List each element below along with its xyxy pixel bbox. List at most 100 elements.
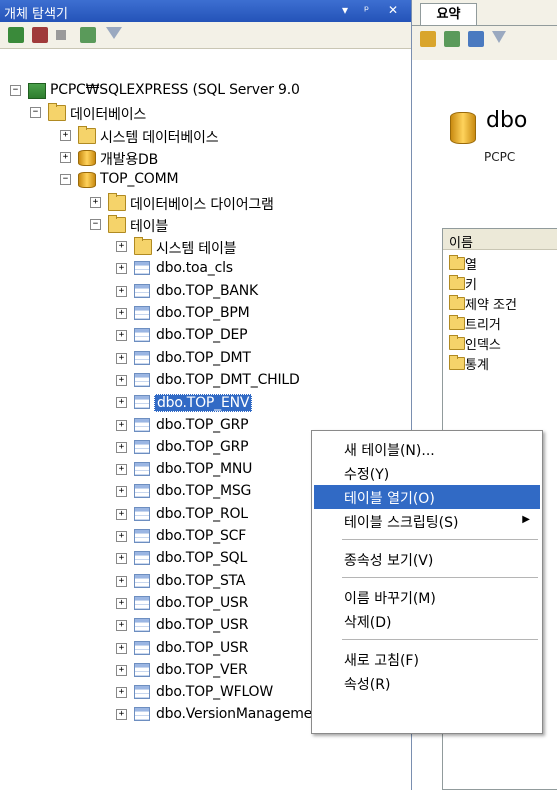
dropdown-icon[interactable]: ▾ — [342, 3, 348, 17]
table-icon — [134, 596, 150, 610]
menu-open-table[interactable]: 테이블 열기(O) — [314, 485, 540, 509]
menu-delete[interactable]: 삭제(D) — [314, 609, 540, 633]
expand-icon[interactable]: + — [116, 420, 127, 431]
tree-node[interactable]: + dbo.TOP_BPM — [0, 303, 410, 325]
expand-icon[interactable]: + — [116, 330, 127, 341]
tree-node[interactable]: − PCPC₩SQLEXPRESS (SQL Server 9.0 — [0, 80, 410, 102]
table-icon — [134, 418, 150, 432]
expand-icon[interactable]: + — [90, 197, 101, 208]
tree-node[interactable]: − 데이터베이스 — [0, 102, 410, 124]
expand-icon[interactable]: + — [116, 620, 127, 631]
expand-icon[interactable]: + — [116, 687, 127, 698]
explorer-title: 개체 탐색기 — [4, 7, 68, 22]
tree-node-label: dbo.TOP_USR — [156, 595, 249, 611]
expand-icon[interactable]: + — [116, 665, 127, 676]
expand-icon[interactable]: + — [60, 130, 71, 141]
expand-icon[interactable]: + — [116, 709, 127, 720]
expand-icon[interactable]: + — [116, 263, 127, 274]
expand-icon[interactable]: + — [116, 241, 127, 252]
table-icon — [134, 529, 150, 543]
table-icon — [134, 507, 150, 521]
expand-icon[interactable]: + — [116, 576, 127, 587]
list-item-label: 인덱스 — [465, 338, 501, 353]
tree-node[interactable]: − TOP_COMM — [0, 169, 410, 191]
tree-node-label: dbo.TOP_DEP — [156, 327, 248, 343]
tree-node[interactable]: − 테이블 — [0, 214, 410, 236]
column-header-name[interactable]: 이름 — [443, 229, 557, 251]
up-folder-icon[interactable] — [420, 31, 436, 47]
expand-icon[interactable]: + — [116, 286, 127, 297]
expand-icon[interactable]: + — [116, 397, 127, 408]
tab-summary[interactable]: 요약 — [420, 3, 477, 26]
table-icon — [134, 641, 150, 655]
tree-node[interactable]: + dbo.TOP_DEP — [0, 325, 410, 347]
menu-item-label: 테이블 스크립팅(S) — [344, 515, 459, 531]
tree-node[interactable]: + dbo.TOP_ENV — [0, 392, 410, 414]
menu-rename[interactable]: 이름 바꾸기(M) — [314, 585, 540, 609]
tree-node[interactable]: + 시스템 데이터베이스 — [0, 125, 410, 147]
table-icon — [134, 328, 150, 342]
tree-node-label: dbo.TOP_SQL — [156, 550, 248, 566]
summary-toolbar — [412, 26, 557, 54]
menu-new-table[interactable]: 새 테이블(N)... — [314, 437, 540, 461]
folder-icon — [449, 335, 465, 350]
folder-icon — [449, 275, 465, 290]
expand-icon[interactable]: + — [116, 509, 127, 520]
filter-icon[interactable] — [492, 31, 506, 43]
database-icon — [450, 112, 476, 144]
collapse-icon[interactable]: − — [30, 107, 41, 118]
menu-properties[interactable]: 속성(R) — [314, 671, 540, 695]
menu-refresh[interactable]: 새로 고침(F) — [314, 647, 540, 671]
menu-item-label: 수정(Y) — [344, 467, 390, 483]
refresh-icon[interactable] — [80, 27, 96, 43]
list-item-label: 열 — [465, 258, 477, 273]
collapse-icon[interactable]: − — [90, 219, 101, 230]
tree-node[interactable]: + dbo.toa_cls — [0, 258, 410, 280]
tree-node-label: TOP_COMM — [100, 171, 179, 187]
table-icon — [134, 663, 150, 677]
stop-icon[interactable] — [56, 30, 66, 40]
expand-icon[interactable]: + — [116, 353, 127, 364]
menu-view-dependencies[interactable]: 종속성 보기(V) — [314, 547, 540, 571]
menu-script-table[interactable]: 테이블 스크립팅(S) ▶ — [314, 509, 540, 533]
tree-node-label: dbo.VersionManagement — [156, 706, 327, 722]
sync-icon[interactable] — [468, 31, 484, 47]
expand-icon[interactable]: + — [116, 643, 127, 654]
expand-icon[interactable]: + — [116, 464, 127, 475]
tree-node[interactable]: + dbo.TOP_DMT — [0, 348, 410, 370]
expand-icon[interactable]: + — [116, 598, 127, 609]
folder-icon — [48, 103, 66, 121]
expand-icon[interactable]: + — [116, 486, 127, 497]
disconnect-icon[interactable] — [32, 27, 48, 43]
list-item-label: 제약 조건 — [465, 298, 517, 313]
expand-icon[interactable]: + — [116, 442, 127, 453]
tree-node[interactable]: + dbo.TOP_DMT_CHILD — [0, 370, 410, 392]
explorer-toolbar — [0, 22, 411, 49]
expand-icon[interactable]: + — [116, 553, 127, 564]
table-icon — [134, 707, 150, 721]
filter-icon[interactable] — [106, 27, 122, 39]
menu-item-label: 종속성 보기(V) — [344, 553, 434, 569]
tree-node-label: 데이터베이스 다이어그램 — [130, 197, 274, 213]
expand-icon[interactable]: + — [116, 308, 127, 319]
menu-modify[interactable]: 수정(Y) — [314, 461, 540, 485]
folder-icon — [108, 193, 126, 211]
tree-node[interactable]: + dbo.TOP_BANK — [0, 281, 410, 303]
folder-icon — [449, 295, 465, 310]
collapse-icon[interactable]: − — [10, 85, 21, 96]
close-icon[interactable]: ✕ — [388, 3, 398, 17]
expand-icon[interactable]: + — [116, 375, 127, 386]
context-menu: 새 테이블(N)... 수정(Y) 테이블 열기(O) 테이블 스크립팅(S) ▶ 종속성… — [311, 430, 543, 734]
tree-node[interactable]: + 데이터베이스 다이어그램 — [0, 192, 410, 214]
tree-node[interactable]: + 개발용DB — [0, 147, 410, 169]
list-item-label: 키 — [465, 278, 477, 293]
expand-icon[interactable]: + — [116, 531, 127, 542]
refresh-icon[interactable] — [444, 31, 460, 47]
pin-icon[interactable]: ᵖ — [364, 3, 369, 17]
expand-icon[interactable]: + — [60, 152, 71, 163]
table-icon — [134, 440, 150, 454]
tree-node-label: dbo.TOP_BANK — [156, 283, 258, 299]
connect-icon[interactable] — [8, 27, 24, 43]
tree-node[interactable]: + 시스템 테이블 — [0, 236, 410, 258]
collapse-icon[interactable]: − — [60, 174, 71, 185]
